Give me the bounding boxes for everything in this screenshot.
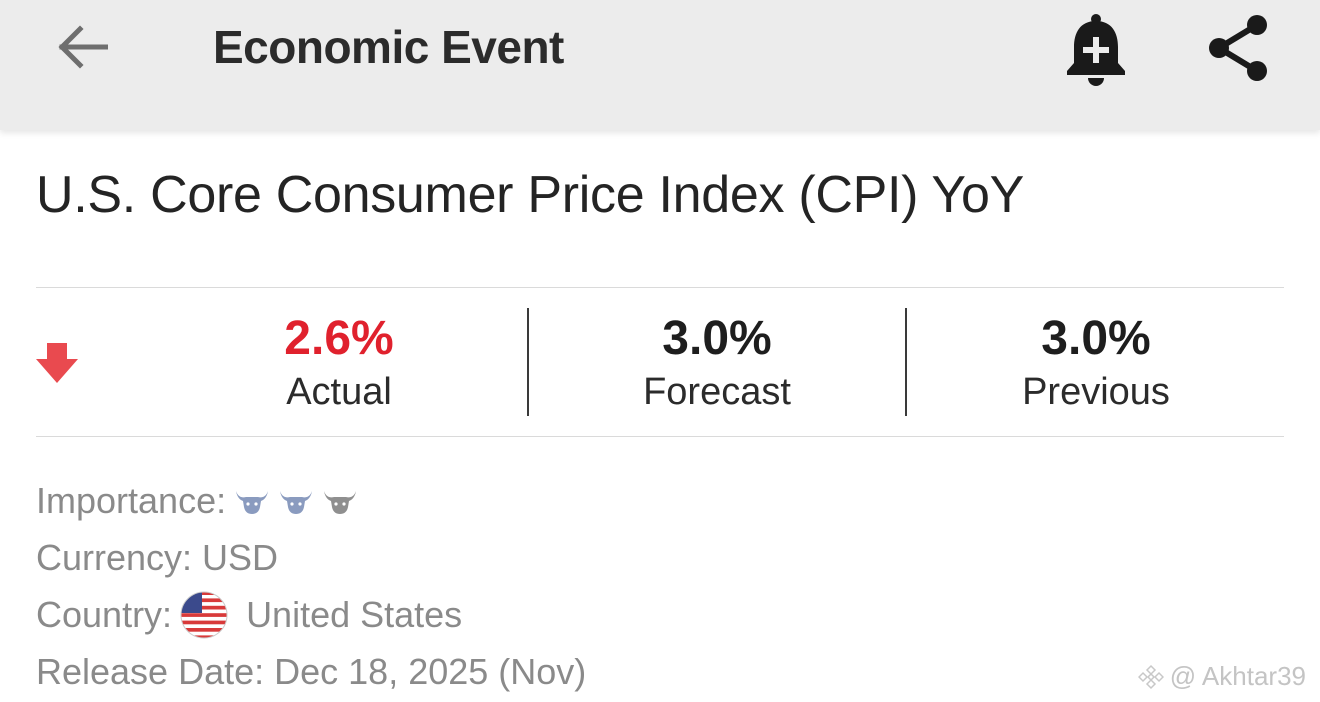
stat-forecast: 3.0% Forecast [584, 308, 850, 416]
actual-value: 2.6% [284, 312, 394, 365]
bell-plus-icon [1067, 14, 1125, 86]
importance-rating [234, 487, 358, 515]
country-row: Country: United States [36, 586, 586, 643]
release-date-label: Release Date: [36, 651, 265, 692]
currency-value: USD [202, 537, 279, 578]
bull-icon [324, 490, 357, 514]
arrow-left-icon [58, 25, 108, 69]
importance-label: Importance: [36, 480, 227, 521]
us-flag-icon [180, 591, 228, 639]
divider-bottom [36, 436, 1284, 437]
currency-row: Currency: USD [36, 529, 586, 586]
forecast-label: Forecast [643, 371, 791, 413]
country-value: United States [246, 594, 463, 635]
share-button[interactable] [1198, 8, 1278, 88]
forecast-value: 3.0% [662, 312, 772, 365]
page-title: Economic Event [213, 21, 564, 73]
release-date-value: Dec 18, 2025 (Nov) [274, 651, 587, 692]
stats-row: 2.6% Actual 3.0% Forecast 3.0% Previous [36, 288, 1284, 436]
bull-icon [280, 490, 313, 514]
stat-actual: 2.6% Actual [206, 308, 472, 416]
importance-row: Importance: [36, 472, 586, 529]
country-label: Country: [36, 594, 173, 635]
binance-logo-icon [1137, 664, 1164, 689]
stat-separator [905, 308, 907, 416]
currency-label: Currency: [36, 537, 193, 578]
stat-previous: 3.0% Previous [963, 308, 1229, 416]
event-title: U.S. Core Consumer Price Index (CPI) YoY [36, 166, 1024, 224]
release-date-row: Release Date: Dec 18, 2025 (Nov) [36, 643, 586, 700]
watermark-text: @ Akhtar39 [1169, 661, 1306, 691]
app-bar: Economic Event [0, 0, 1320, 130]
add-alert-button[interactable] [1058, 10, 1134, 90]
previous-value: 3.0% [1041, 312, 1151, 365]
share-icon [1209, 15, 1267, 81]
bull-icon [236, 490, 269, 514]
actual-label: Actual [286, 371, 392, 413]
trend-down-icon [36, 343, 78, 383]
back-button[interactable] [50, 20, 114, 74]
event-info: Importance: Currency: USD Country: Unite… [36, 472, 586, 700]
stat-separator [527, 308, 529, 416]
watermark: @ Akhtar39 [1137, 661, 1306, 692]
previous-label: Previous [1022, 371, 1170, 413]
